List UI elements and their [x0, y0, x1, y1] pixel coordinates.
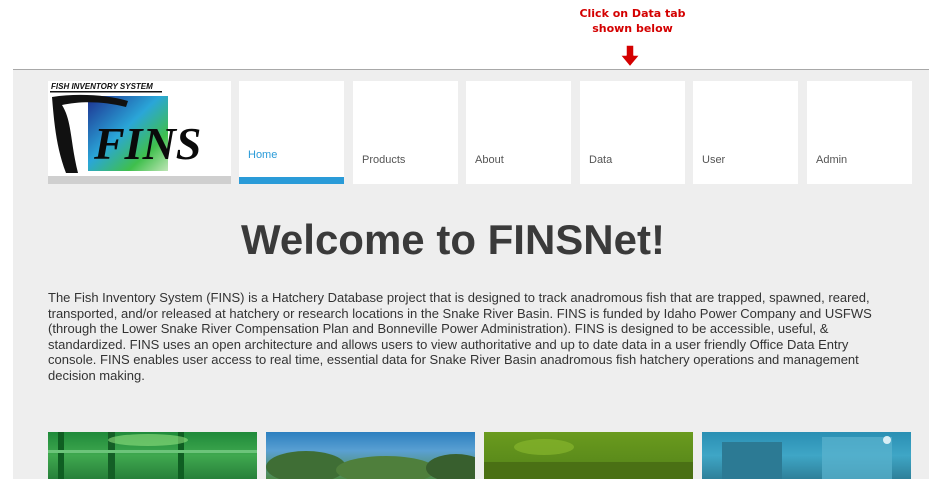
- hatchery-photo-1[interactable]: [48, 432, 257, 479]
- tab-data[interactable]: Data: [580, 81, 685, 184]
- logo-letters: FINS: [93, 118, 201, 169]
- tab-data-label: Data: [589, 154, 613, 166]
- intro-line: (through the Lower Snake River Compensat…: [48, 321, 829, 336]
- intro-line: console. FINS enables user access to rea…: [48, 352, 859, 367]
- tab-user[interactable]: User: [693, 81, 798, 184]
- annotation-line-2: shown below: [592, 22, 673, 35]
- intro-line: The Fish Inventory System (FINS) is a Ha…: [48, 290, 870, 305]
- down-arrow-icon: [619, 44, 641, 68]
- intro-paragraph: The Fish Inventory System (FINS) is a Ha…: [48, 290, 906, 383]
- logo-caption: FISH INVENTORY SYSTEM: [51, 82, 153, 91]
- hatchery-photo-4[interactable]: [702, 432, 911, 479]
- hatchery-photo-2[interactable]: [266, 432, 475, 479]
- annotation-line-1: Click on Data tab: [579, 7, 686, 20]
- intro-line: decision making.: [48, 367, 145, 383]
- page-title: Welcome to FINSNet!: [241, 216, 665, 263]
- tab-about[interactable]: About: [466, 81, 571, 184]
- tab-home-label: Home: [248, 149, 278, 161]
- intro-line: standardized. FINS uses an open architec…: [48, 336, 849, 352]
- tab-about-label: About: [475, 154, 504, 166]
- tab-admin[interactable]: Admin: [807, 81, 912, 184]
- tab-admin-label: Admin: [816, 154, 848, 166]
- logo-underline: [48, 176, 231, 184]
- active-tab-indicator: [239, 177, 344, 184]
- tab-products-label: Products: [362, 154, 406, 166]
- annotation-text: Click on Data tab shown below: [560, 6, 705, 36]
- tab-user-label: User: [702, 154, 726, 166]
- tab-home[interactable]: Home: [239, 81, 344, 184]
- fins-logo[interactable]: FISH INVENTORY SYSTEM FINS: [48, 81, 231, 184]
- hatchery-photo-3[interactable]: [484, 432, 693, 479]
- intro-line: transported, and/or released at hatchery…: [48, 305, 872, 321]
- site-frame: FISH INVENTORY SYSTEM FINS Home Products…: [13, 69, 929, 479]
- tab-products[interactable]: Products: [353, 81, 458, 184]
